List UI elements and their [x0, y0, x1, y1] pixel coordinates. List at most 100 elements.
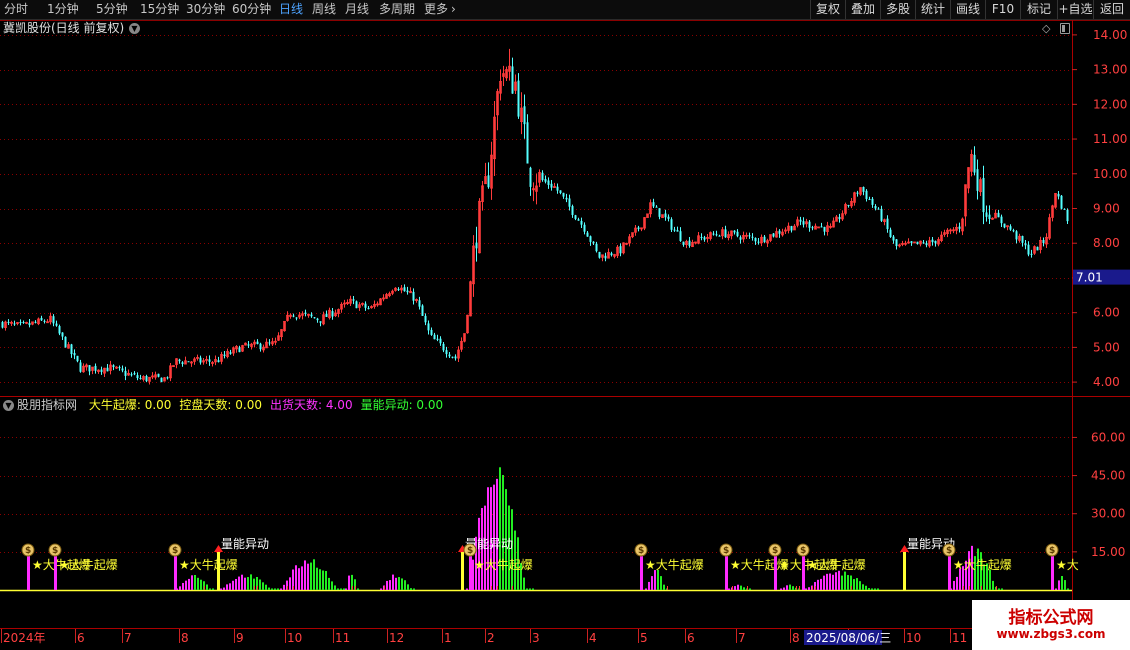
- period-tab[interactable]: 周线: [312, 2, 336, 17]
- scroll-icon[interactable]: [1060, 23, 1070, 34]
- indicator-chart[interactable]: [0, 467, 1072, 592]
- price-tick-label: 10.00: [1093, 167, 1127, 181]
- candle-body: [547, 180, 550, 185]
- indicator-bar: [826, 573, 828, 590]
- indicator-bar: [182, 582, 184, 590]
- candle-body: [406, 290, 409, 293]
- indicator-bar: [496, 478, 498, 590]
- candle-body: [1042, 240, 1045, 244]
- period-tab[interactable]: 60分钟: [232, 2, 271, 17]
- signal-label: ★大牛起爆: [953, 557, 1012, 572]
- period-tab[interactable]: 月线: [345, 2, 369, 17]
- date-axis-label: 1: [444, 631, 452, 645]
- indicator-name: 股朋指标网: [17, 398, 78, 412]
- period-tab[interactable]: 更多: [424, 2, 448, 17]
- candle-body: [157, 373, 160, 377]
- indicator-bar: [749, 588, 751, 590]
- candle-body: [748, 235, 751, 237]
- toolbar-button[interactable]: 标记: [1020, 0, 1057, 19]
- candle-body: [292, 315, 295, 317]
- candle-body: [823, 226, 826, 232]
- indicator-bar: [271, 588, 273, 590]
- indicator-tick-label: 30.00: [1091, 507, 1125, 521]
- candlestick-chart[interactable]: [1, 48, 1069, 385]
- indicator-bar: [865, 585, 867, 590]
- toolbar-button[interactable]: 复权: [810, 0, 845, 19]
- indicator-bar: [844, 571, 846, 590]
- candle-body: [664, 213, 667, 218]
- signal-line: [27, 553, 30, 590]
- period-tab[interactable]: 日线: [279, 2, 303, 17]
- candle-body: [871, 198, 874, 205]
- diamond-icon[interactable]: ◇: [1042, 22, 1050, 35]
- date-axis-label: 5: [640, 631, 648, 645]
- toolbar-button[interactable]: 统计: [915, 0, 950, 19]
- candle-body: [997, 212, 1000, 218]
- candle-body: [562, 192, 565, 197]
- period-tab[interactable]: 1分钟: [47, 2, 79, 17]
- candle-body: [511, 66, 514, 94]
- more-arrow-icon[interactable]: ›: [451, 2, 456, 17]
- indicator-bar: [395, 577, 397, 590]
- toolbar-button[interactable]: 返回: [1093, 0, 1130, 19]
- candle-body: [517, 80, 520, 117]
- candle-body: [592, 241, 595, 244]
- candle-body: [667, 216, 670, 219]
- signal-line: [948, 553, 951, 590]
- indicator-bar-red: [512, 586, 513, 590]
- indicator-bar: [398, 577, 400, 590]
- chart-canvas[interactable]: $★大牛起爆$★大牛起爆$★大牛起爆量能异动 量能异动$★大牛起爆$★大牛起爆$★…: [0, 0, 1130, 650]
- candle-body: [688, 240, 691, 246]
- indicator-bar: [223, 587, 225, 590]
- candle-body: [958, 226, 961, 229]
- period-tab[interactable]: 多周期: [379, 2, 415, 17]
- candle-body: [268, 342, 271, 344]
- indicator-bar: [780, 588, 782, 590]
- date-axis-label: 10: [906, 631, 921, 645]
- period-tab[interactable]: 分时: [4, 2, 28, 17]
- indicator-bar: [805, 588, 807, 590]
- candle-body: [568, 198, 571, 207]
- indicator-bar: [313, 559, 315, 590]
- candle-body: [259, 343, 262, 350]
- candle-body: [682, 241, 685, 245]
- indicator-bar: [989, 569, 991, 590]
- period-tab[interactable]: 5分钟: [96, 2, 128, 17]
- date-axis-label: 7: [124, 631, 132, 645]
- indicator-bar: [185, 580, 187, 590]
- period-tab[interactable]: 30分钟: [186, 2, 225, 17]
- period-tab[interactable]: 15分钟: [140, 2, 179, 17]
- indicator-bar: [413, 588, 415, 590]
- indicator-bar: [1055, 588, 1057, 590]
- indicator-bar: [847, 575, 849, 590]
- signal-line: [774, 553, 777, 590]
- toolbar-button[interactable]: +自选: [1057, 0, 1093, 19]
- indicator-bar: [340, 588, 342, 590]
- date-axis-label: 2024年: [3, 631, 46, 645]
- indicator-bar: [645, 588, 647, 590]
- indicator-bar: [838, 570, 840, 590]
- candle-body: [610, 253, 613, 256]
- toolbar-button[interactable]: 多股: [880, 0, 915, 19]
- indicator-bar-red: [254, 586, 255, 590]
- indicator-bar: [179, 586, 181, 590]
- toolbar-button[interactable]: 画线: [950, 0, 985, 19]
- candle-body: [598, 251, 601, 258]
- toolbar-button[interactable]: F10: [985, 0, 1020, 19]
- candle-body: [43, 320, 46, 322]
- date-axis-label: 3: [532, 631, 540, 645]
- candle-body: [982, 177, 985, 213]
- toolbar-button[interactable]: 叠加: [845, 0, 880, 19]
- indicator-bar: [502, 475, 504, 590]
- indicator-bar: [206, 584, 208, 590]
- candle-body: [757, 241, 760, 243]
- signal-line: [174, 553, 177, 590]
- candle-body: [295, 317, 298, 319]
- price-tick-label: 4.00: [1093, 375, 1120, 389]
- money-bag-symbol: $: [800, 546, 806, 556]
- chevron-down-icon[interactable]: ▼: [129, 23, 140, 34]
- candle-body: [574, 215, 577, 219]
- candle-body: [73, 353, 76, 356]
- candle-body: [100, 369, 103, 372]
- candle-body: [544, 179, 547, 182]
